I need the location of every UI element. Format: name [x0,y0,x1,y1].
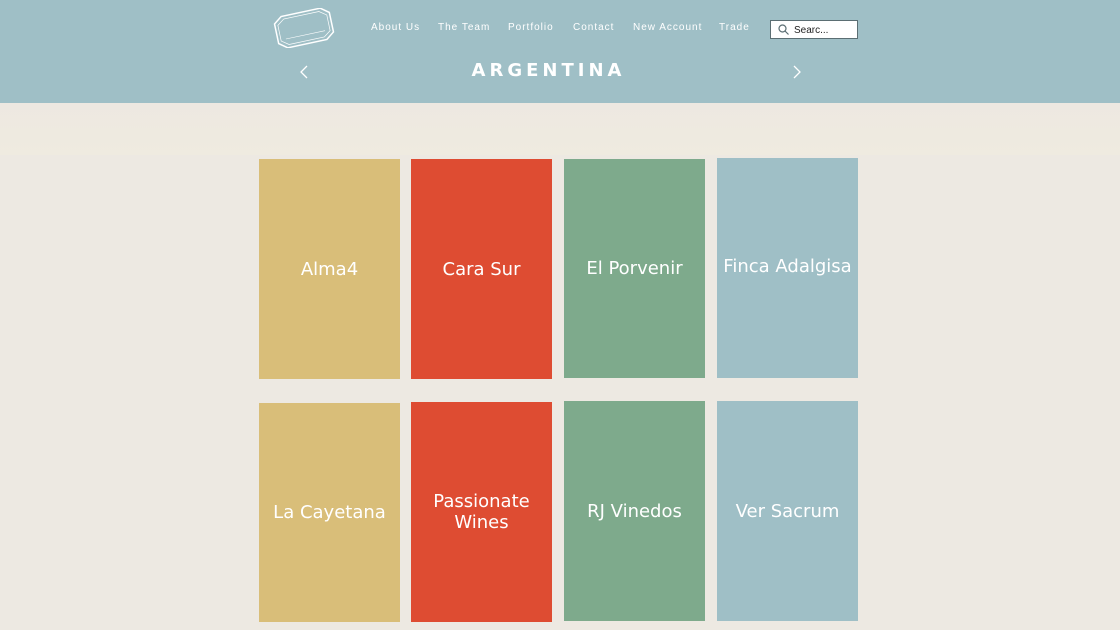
site-header: About Us The Team Portfolio Contact New … [0,0,1120,103]
nav-new-account[interactable]: New Account [633,22,702,33]
producer-tile-alma4[interactable]: Alma4 [259,159,400,379]
search-box[interactable] [770,20,858,39]
nav-about-us[interactable]: About Us [371,22,420,33]
producer-tile-passionate-wines[interactable]: Passionate Wines [411,402,552,622]
producer-name: Ver Sacrum [735,500,840,522]
nav-portfolio[interactable]: Portfolio [508,22,554,33]
producer-name: Cara Sur [442,258,521,280]
producer-name: La Cayetana [273,502,386,523]
producer-tile-ver-sacrum[interactable]: Ver Sacrum [717,401,858,621]
page-title: ARGENTINA [471,60,626,81]
producer-tile-rj-vinedos[interactable]: RJ Vinedos [564,401,705,621]
producer-name: Passionate Wines [433,491,530,533]
nav-the-team[interactable]: The Team [438,22,490,33]
producer-name: Alma4 [300,258,359,280]
search-input[interactable] [794,22,854,38]
producer-tile-finca-adalgisa[interactable]: Finca Adalgisa [717,158,858,378]
next-arrow-icon[interactable] [792,64,802,80]
producer-name: El Porvenir [586,258,683,279]
header-band [0,103,1120,155]
producer-tile-el-porvenir[interactable]: El Porvenir [564,159,705,378]
nav-trade[interactable]: Trade [719,22,750,33]
producer-name: Finca Adalgisa [723,255,852,277]
provisions-logo[interactable] [270,8,338,48]
producer-name: RJ Vinedos [587,500,682,522]
producer-tile-cara-sur[interactable]: Cara Sur [411,159,552,379]
nav-contact[interactable]: Contact [573,22,614,33]
producer-tile-la-cayetana[interactable]: La Cayetana [259,403,400,622]
search-icon[interactable] [778,24,789,35]
